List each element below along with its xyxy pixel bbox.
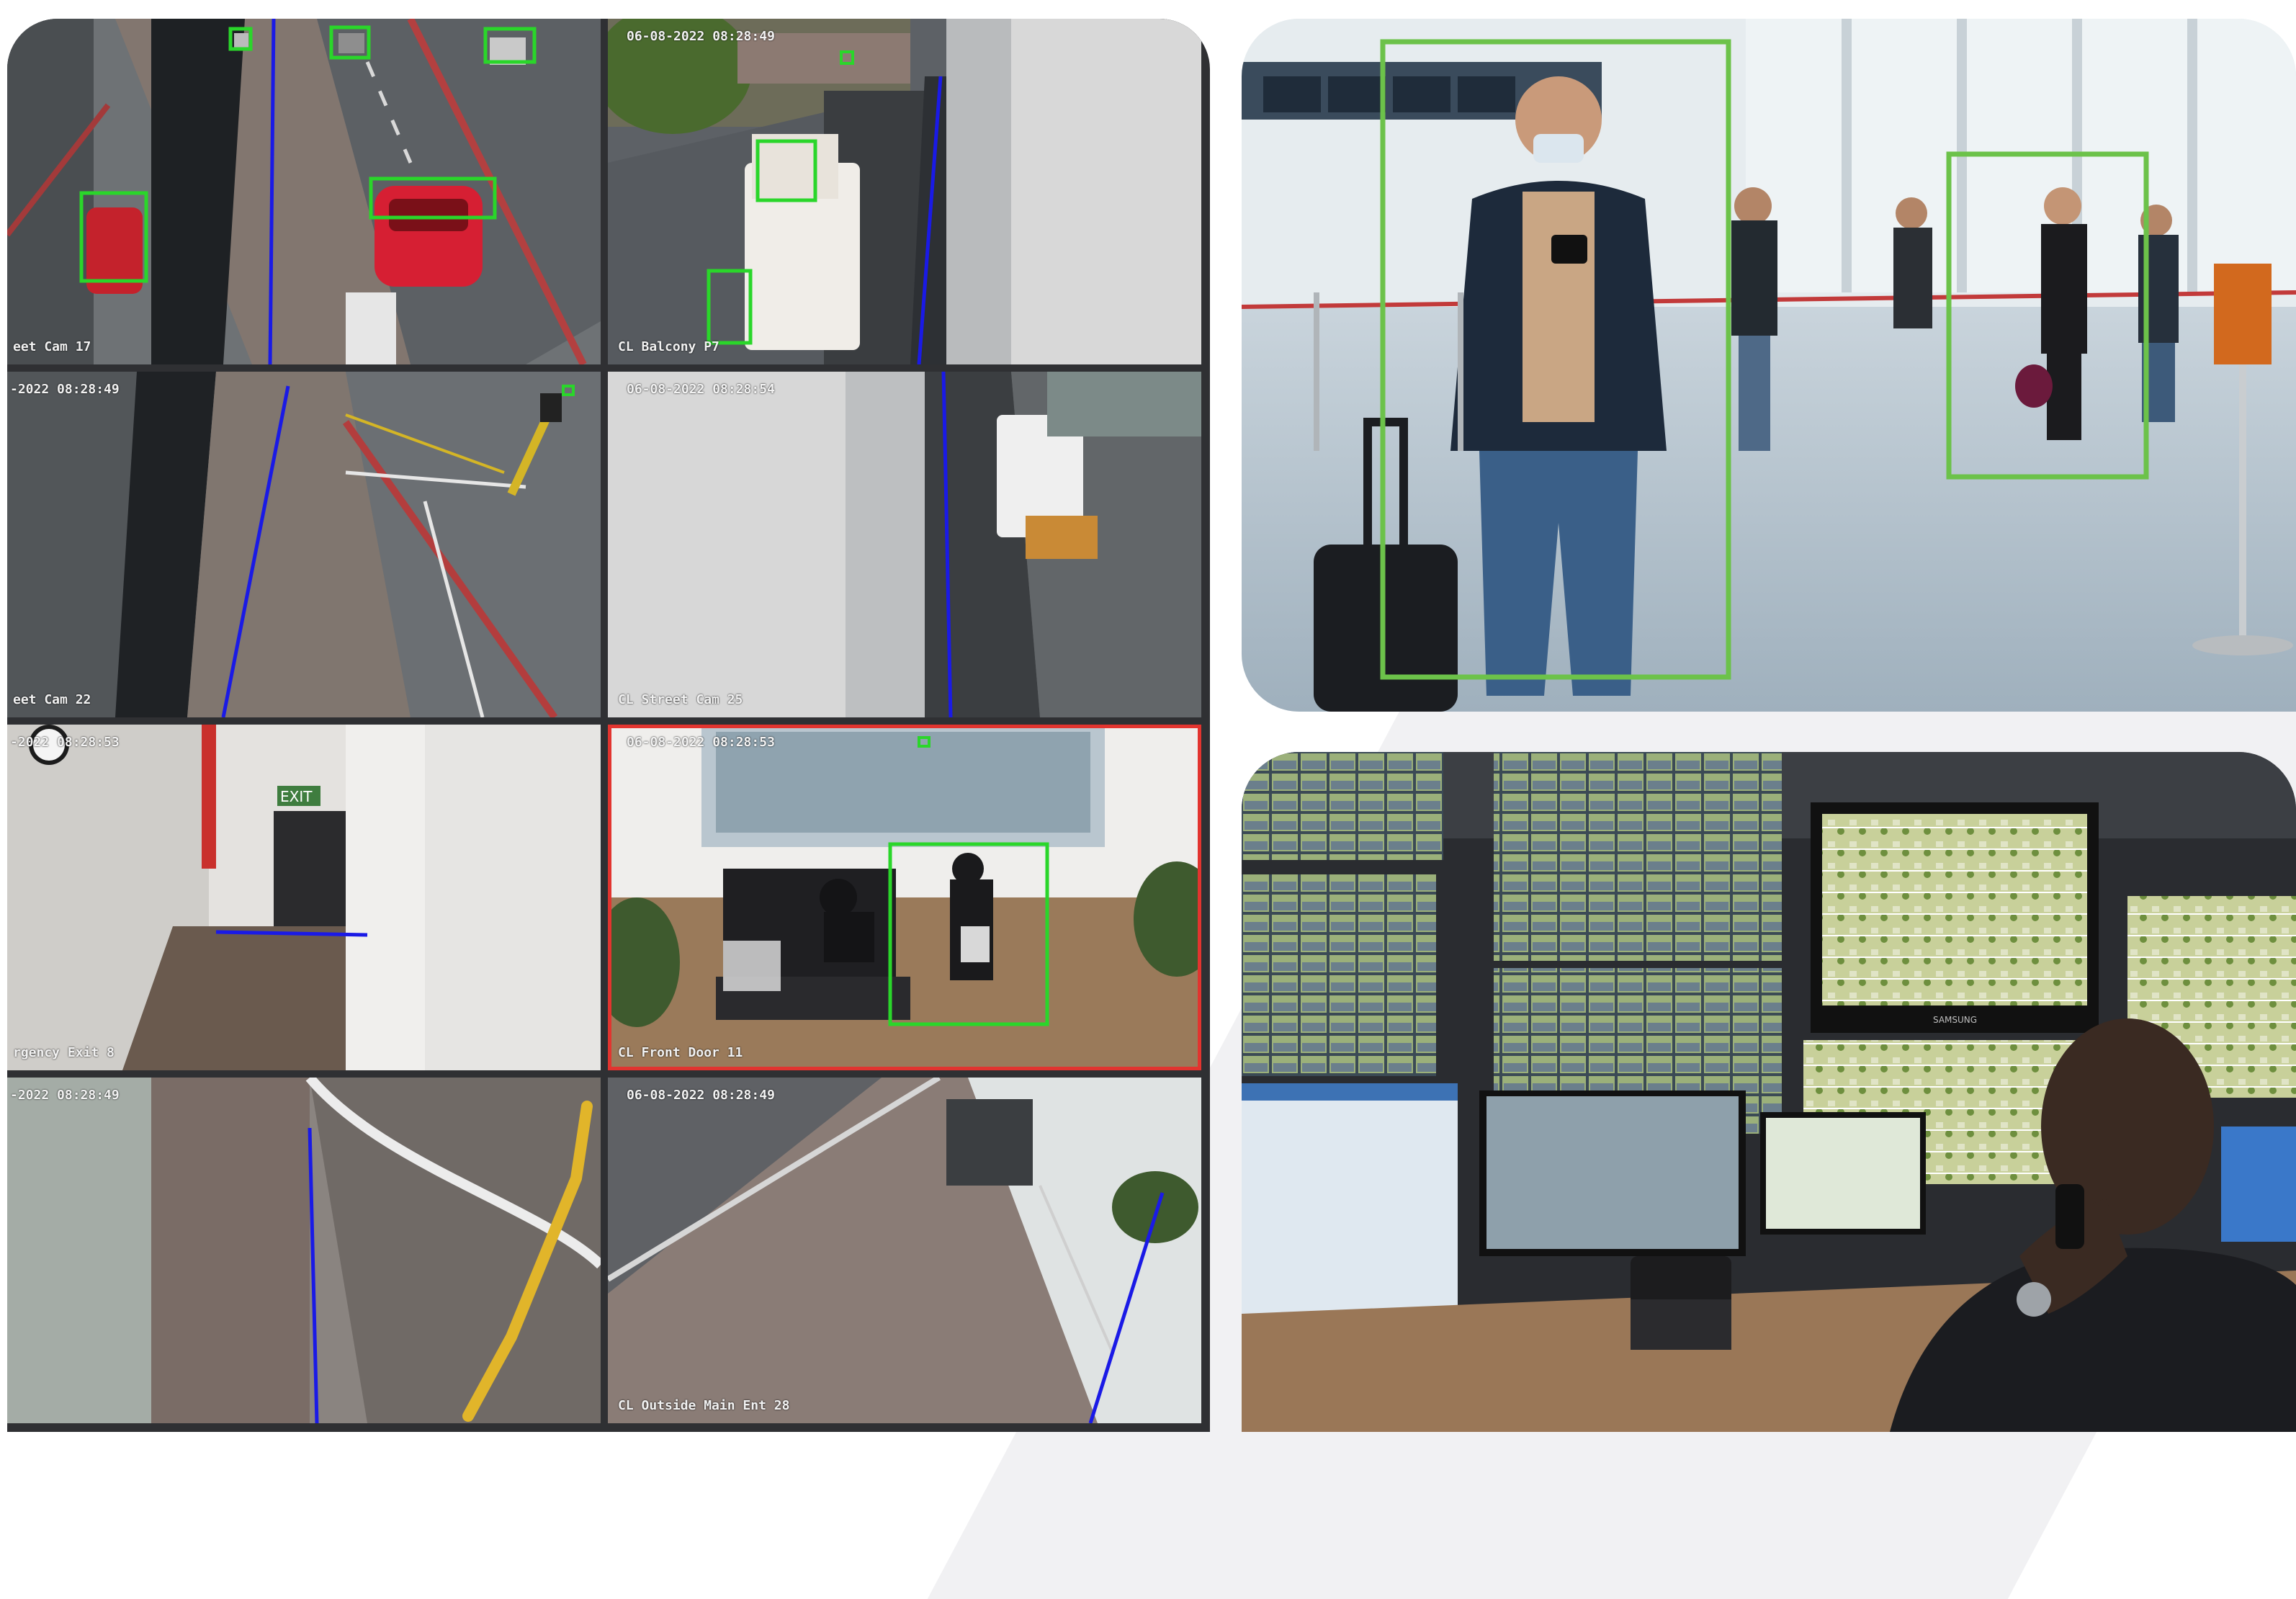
camera-image-street-25 [608,372,1201,717]
camera-label: eet Cam 22 [13,692,91,707]
camera-label: rgency Exit 8 [13,1045,115,1060]
airport-scene [1242,19,2296,712]
camera-feed-street-17[interactable]: eet Cam 17 [7,19,601,364]
camera-label: CL Balcony P7 [618,339,719,354]
camera-label: eet Cam 17 [13,339,91,354]
control-room-scene: SAMSUNG [1242,752,2296,1432]
camera-timestamp: 06-08-2022 08:28:49 [627,29,775,44]
camera-label: CL Outside Main Ent 28 [618,1398,790,1413]
camera-timestamp: 06-08-2022 08:28:49 [627,1088,775,1103]
camera-image-balcony-p7 [608,19,1201,364]
camera-image-emergency-exit-8: EXIT [7,725,601,1070]
cctv-camera-grid: eet Cam 17 06-08-2022 08:28:49 CL Balcon… [7,19,1210,1432]
camera-image-sidewalk [7,1078,601,1423]
security-control-room-photo: SAMSUNG [1242,752,2296,1432]
camera-image-street-17 [7,19,601,364]
airport-detection-photo [1242,19,2296,712]
camera-image-street-22 [7,372,601,717]
camera-image-front-door-11 [608,725,1201,1070]
exit-sign: EXIT [280,788,313,805]
camera-feed-street-25[interactable]: 06-08-2022 08:28:54 CL Street Cam 25 [608,372,1201,717]
camera-label: CL Front Door 11 [618,1045,743,1060]
monitor-brand-label: SAMSUNG [1933,1015,1977,1025]
camera-timestamp: 06-08-2022 08:28:54 [627,382,775,397]
camera-feed-front-door-11[interactable]: 06-08-2022 08:28:53 CL Front Door 11 [608,725,1201,1070]
camera-label: CL Street Cam 25 [618,692,743,707]
camera-timestamp: -2022 08:28:49 [10,382,120,397]
camera-feed-outside-main-ent-28[interactable]: 06-08-2022 08:28:49 CL Outside Main Ent … [608,1078,1201,1423]
camera-feed-street-22[interactable]: -2022 08:28:49 eet Cam 22 [7,372,601,717]
camera-timestamp: 06-08-2022 08:28:53 [627,735,775,750]
camera-image-outside-main-ent-28 [608,1078,1201,1423]
camera-timestamp: -2022 08:28:53 [10,735,120,750]
camera-feed-emergency-exit-8[interactable]: EXIT -2022 08:28:53 rgency Exit 8 [7,725,601,1070]
camera-feed-sidewalk[interactable]: -2022 08:28:49 [7,1078,601,1423]
camera-timestamp: -2022 08:28:49 [10,1088,120,1103]
camera-feed-balcony-p7[interactable]: 06-08-2022 08:28:49 CL Balcony P7 [608,19,1201,364]
